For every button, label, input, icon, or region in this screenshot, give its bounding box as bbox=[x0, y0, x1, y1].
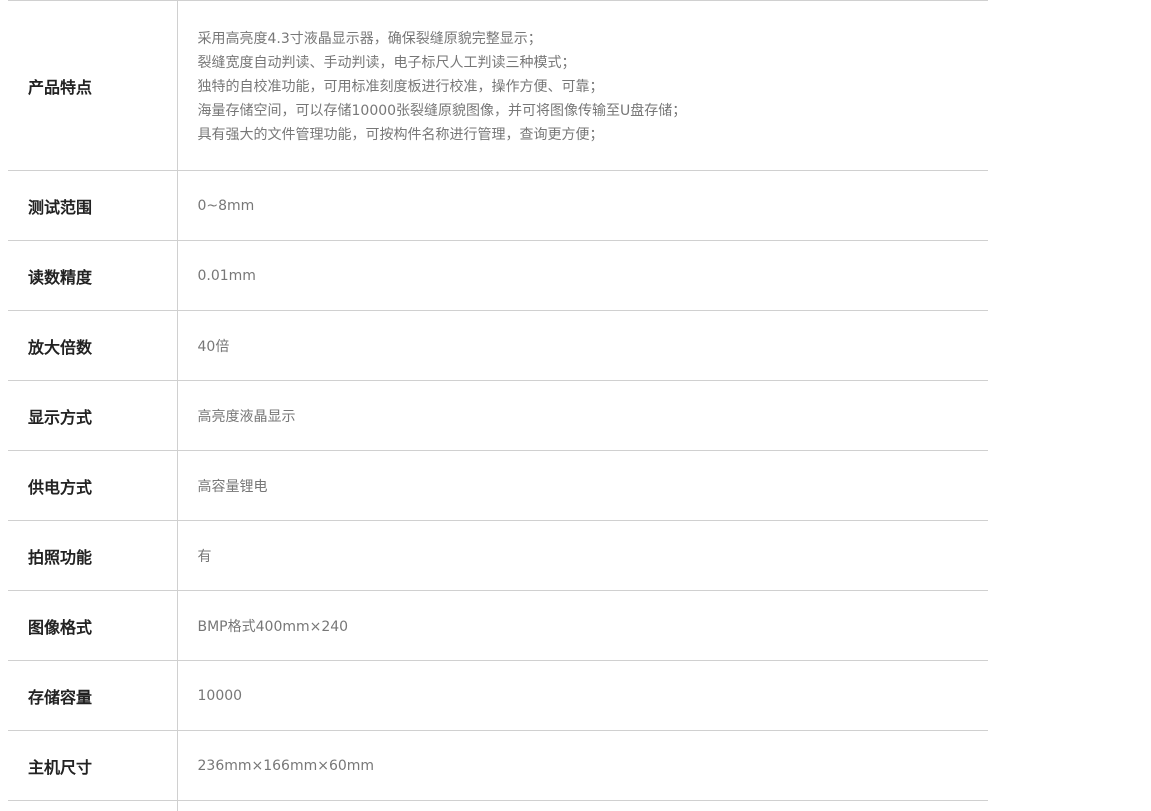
spec-value: 有 bbox=[177, 521, 988, 591]
spec-value: BMP格式400mm×240 bbox=[177, 591, 988, 661]
feature-line: 海量存储空间，可以存储10000张裂缝原貌图像，并可将图像传输至U盘存储； bbox=[198, 99, 989, 123]
spec-row-magnification: 放大倍数 40倍 bbox=[8, 311, 988, 381]
spec-row-partial bbox=[8, 801, 988, 811]
feature-line: 采用高亮度4.3寸液晶显示器，确保裂缝原貌完整显示； bbox=[198, 27, 989, 51]
spec-label: 产品特点 bbox=[8, 1, 177, 171]
spec-value: 高容量锂电 bbox=[177, 451, 988, 521]
feature-line: 具有强大的文件管理功能，可按构件名称进行管理，查询更方便； bbox=[198, 123, 989, 147]
spec-row-features: 产品特点 采用高亮度4.3寸液晶显示器，确保裂缝原貌完整显示； 裂缝宽度自动判读… bbox=[8, 1, 988, 171]
spec-table: 产品特点 采用高亮度4.3寸液晶显示器，确保裂缝原貌完整显示； 裂缝宽度自动判读… bbox=[8, 0, 988, 811]
spec-value-partial bbox=[177, 801, 988, 811]
spec-value: 0~8mm bbox=[177, 171, 988, 241]
spec-label: 测试范围 bbox=[8, 171, 177, 241]
spec-label: 显示方式 bbox=[8, 381, 177, 451]
feature-line: 裂缝宽度自动判读、手动判读，电子标尺人工判读三种模式； bbox=[198, 51, 989, 75]
spec-row-display: 显示方式 高亮度液晶显示 bbox=[8, 381, 988, 451]
spec-value: 采用高亮度4.3寸液晶显示器，确保裂缝原貌完整显示； 裂缝宽度自动判读、手动判读… bbox=[177, 1, 988, 171]
spec-value: 40倍 bbox=[177, 311, 988, 381]
spec-label: 放大倍数 bbox=[8, 311, 177, 381]
spec-row-power: 供电方式 高容量锂电 bbox=[8, 451, 988, 521]
spec-row-storage: 存储容量 10000 bbox=[8, 661, 988, 731]
spec-label: 主机尺寸 bbox=[8, 731, 177, 801]
spec-value: 10000 bbox=[177, 661, 988, 731]
spec-value: 0.01mm bbox=[177, 241, 988, 311]
spec-label: 拍照功能 bbox=[8, 521, 177, 591]
spec-label: 存储容量 bbox=[8, 661, 177, 731]
spec-row-range: 测试范围 0~8mm bbox=[8, 171, 988, 241]
spec-label-partial bbox=[8, 801, 177, 811]
spec-label: 读数精度 bbox=[8, 241, 177, 311]
spec-value: 236mm×166mm×60mm bbox=[177, 731, 988, 801]
spec-row-photo: 拍照功能 有 bbox=[8, 521, 988, 591]
spec-row-precision: 读数精度 0.01mm bbox=[8, 241, 988, 311]
spec-row-size: 主机尺寸 236mm×166mm×60mm bbox=[8, 731, 988, 801]
spec-label: 图像格式 bbox=[8, 591, 177, 661]
spec-label: 供电方式 bbox=[8, 451, 177, 521]
feature-list: 采用高亮度4.3寸液晶显示器，确保裂缝原貌完整显示； 裂缝宽度自动判读、手动判读… bbox=[198, 25, 989, 147]
feature-line: 独特的自校准功能，可用标准刻度板进行校准，操作方便、可靠； bbox=[198, 75, 989, 99]
spec-row-image-format: 图像格式 BMP格式400mm×240 bbox=[8, 591, 988, 661]
spec-value: 高亮度液晶显示 bbox=[177, 381, 988, 451]
